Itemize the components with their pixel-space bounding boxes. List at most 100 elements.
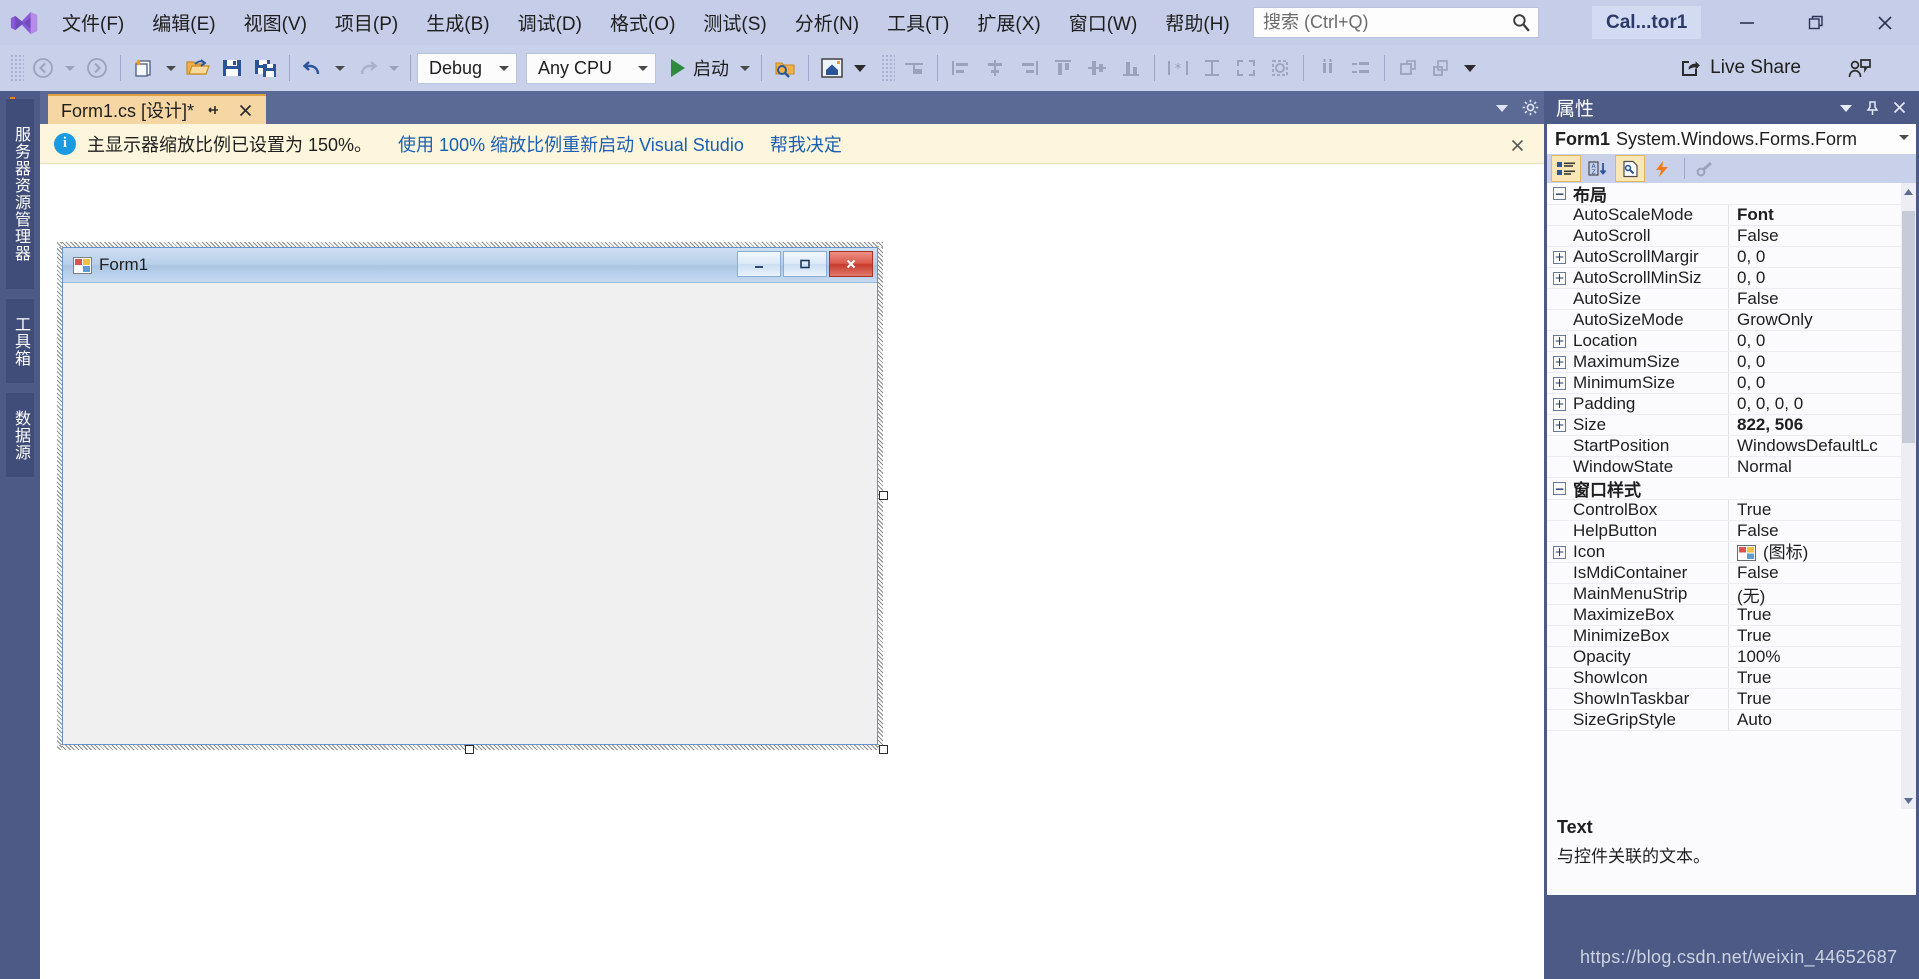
expand-expander-icon[interactable]: + — [1553, 418, 1566, 432]
property-value[interactable]: Normal — [1729, 457, 1901, 477]
platform-combo[interactable]: Any CPU — [526, 52, 656, 84]
align-bottom-icon[interactable] — [1114, 50, 1148, 86]
categorized-view-icon[interactable] — [1551, 155, 1581, 182]
configuration-combo[interactable]: Debug — [417, 52, 517, 84]
property-value[interactable]: True — [1729, 626, 1901, 646]
undo-icon[interactable] — [296, 50, 330, 86]
expand-expander-icon[interactable]: + — [1553, 355, 1566, 369]
property-value[interactable]: 822, 506 — [1729, 415, 1901, 435]
property-value[interactable]: False — [1729, 563, 1901, 583]
make-same-height-icon[interactable] — [1195, 50, 1229, 86]
selected-object-combo[interactable]: Form1 System.Windows.Forms.Form — [1547, 124, 1916, 154]
scroll-up-arrow-icon[interactable] — [1901, 183, 1916, 200]
designed-form[interactable]: Form1 — [62, 247, 878, 745]
minimize-icon[interactable] — [737, 251, 781, 277]
align-to-grid-icon[interactable] — [897, 50, 931, 86]
property-value[interactable]: (图标) — [1729, 538, 1901, 566]
property-category[interactable]: − 布局 — [1547, 183, 1901, 205]
resize-handle-corner[interactable] — [879, 745, 888, 754]
property-row[interactable]: + Location 0, 0 — [1547, 331, 1901, 352]
property-row[interactable]: MainMenuStrip (无) — [1547, 582, 1901, 607]
properties-page-icon[interactable] — [1615, 155, 1645, 182]
expand-expander-icon[interactable]: + — [1553, 545, 1566, 559]
property-value[interactable]: Auto — [1729, 710, 1901, 730]
menu-item-9[interactable]: 工具(T) — [873, 0, 963, 45]
property-row[interactable]: AutoSize False — [1547, 289, 1901, 310]
expand-expander-icon[interactable]: + — [1553, 334, 1566, 348]
property-value[interactable]: (无) — [1729, 582, 1901, 607]
redo-icon[interactable] — [350, 50, 384, 86]
search-box[interactable] — [1253, 7, 1539, 38]
chevron-down-icon[interactable] — [1488, 91, 1516, 124]
solution-explorer-home-icon[interactable] — [815, 50, 849, 86]
open-file-icon[interactable] — [181, 50, 215, 86]
start-debug-button[interactable]: 启动 — [665, 50, 735, 86]
property-value[interactable]: True — [1729, 668, 1901, 688]
minimize-icon[interactable] — [1712, 0, 1781, 45]
property-value[interactable]: 0, 0 — [1729, 373, 1901, 393]
align-left-icon[interactable] — [944, 50, 978, 86]
property-row[interactable]: AutoScroll False — [1547, 226, 1901, 247]
collapse-expander-icon[interactable]: − — [1553, 187, 1566, 200]
project-name-chip[interactable]: Cal...tor1 — [1592, 6, 1702, 39]
search-icon[interactable] — [1504, 8, 1538, 37]
close-icon[interactable] — [232, 97, 258, 123]
property-value[interactable]: 0, 0 — [1729, 352, 1901, 372]
menu-item-8[interactable]: 分析(N) — [781, 0, 873, 45]
restart-at-100-link[interactable]: 使用 100% 缩放比例重新启动 Visual Studio — [398, 131, 744, 157]
menu-item-6[interactable]: 格式(O) — [596, 0, 689, 45]
toolbar-overflow-icon[interactable] — [1459, 50, 1481, 86]
undo-dropdown[interactable] — [330, 50, 350, 86]
property-value[interactable]: True — [1729, 689, 1901, 709]
navigate-back-dropdown[interactable] — [60, 50, 80, 86]
designer-canvas[interactable]: Form1 — [40, 165, 1544, 979]
size-to-grid-icon[interactable] — [1263, 50, 1297, 86]
property-row[interactable]: + Icon (图标) — [1547, 542, 1901, 563]
property-row[interactable]: MinimizeBox True — [1547, 626, 1901, 647]
send-to-back-icon[interactable] — [1425, 50, 1459, 86]
property-row[interactable]: + AutoScrollMinSiz 0, 0 — [1547, 268, 1901, 289]
align-center-icon[interactable] — [978, 50, 1012, 86]
live-share-button[interactable]: Live Share — [1670, 50, 1809, 86]
make-same-size-icon[interactable] — [1229, 50, 1263, 86]
property-row[interactable]: + MaximumSize 0, 0 — [1547, 352, 1901, 373]
align-middle-icon[interactable] — [1080, 50, 1114, 86]
pin-icon[interactable] — [200, 97, 226, 123]
document-tab-form1[interactable]: Form1.cs [设计]* — [48, 94, 267, 124]
menu-item-11[interactable]: 窗口(W) — [1055, 0, 1152, 45]
properties-grid[interactable]: − 布局 AutoScaleMode Font AutoScroll False + Auto… — [1547, 183, 1916, 809]
toolbar-grip[interactable] — [10, 54, 24, 82]
expand-expander-icon[interactable]: + — [1553, 250, 1566, 264]
property-value[interactable]: 100% — [1729, 647, 1901, 667]
new-item-dropdown[interactable] — [161, 50, 181, 86]
menu-item-12[interactable]: 帮助(H) — [1151, 0, 1243, 45]
search-input[interactable] — [1254, 9, 1504, 36]
restore-icon[interactable] — [1781, 0, 1850, 45]
redo-dropdown[interactable] — [384, 50, 404, 86]
close-icon[interactable] — [1886, 94, 1913, 121]
navigate-forward-icon[interactable] — [80, 50, 114, 86]
property-row[interactable]: + Padding 0, 0, 0, 0 — [1547, 394, 1901, 415]
property-row[interactable]: SizeGripStyle Auto — [1547, 710, 1901, 731]
help-me-decide-link[interactable]: 帮我决定 — [770, 131, 842, 157]
property-value[interactable]: GrowOnly — [1729, 310, 1901, 330]
property-value[interactable]: False — [1729, 289, 1901, 309]
horizontal-spacing-icon[interactable] — [1310, 50, 1344, 86]
scroll-down-arrow-icon[interactable] — [1901, 792, 1916, 809]
form-designer-surface[interactable]: Form1 — [57, 242, 888, 754]
rail-tab-0[interactable]: 服务器资源管理器 — [6, 99, 34, 289]
rail-tab-1[interactable]: 工具箱 — [6, 299, 34, 383]
expand-expander-icon[interactable]: + — [1553, 376, 1566, 390]
rail-tab-2[interactable]: 数据源 — [6, 393, 34, 477]
align-top-icon[interactable] — [1046, 50, 1080, 86]
menu-item-10[interactable]: 扩展(X) — [963, 0, 1054, 45]
close-icon[interactable] — [1506, 134, 1528, 156]
form-client-area[interactable] — [63, 282, 877, 744]
menu-item-3[interactable]: 项目(P) — [321, 0, 412, 45]
new-item-icon[interactable] — [127, 50, 161, 86]
property-value[interactable]: 0, 0, 0, 0 — [1729, 394, 1901, 414]
chevron-down-icon[interactable] — [1832, 94, 1859, 121]
property-row[interactable]: + Size 822, 506 — [1547, 415, 1901, 436]
property-row[interactable]: ShowIcon True — [1547, 668, 1901, 689]
property-row[interactable]: AutoSizeMode GrowOnly — [1547, 310, 1901, 331]
